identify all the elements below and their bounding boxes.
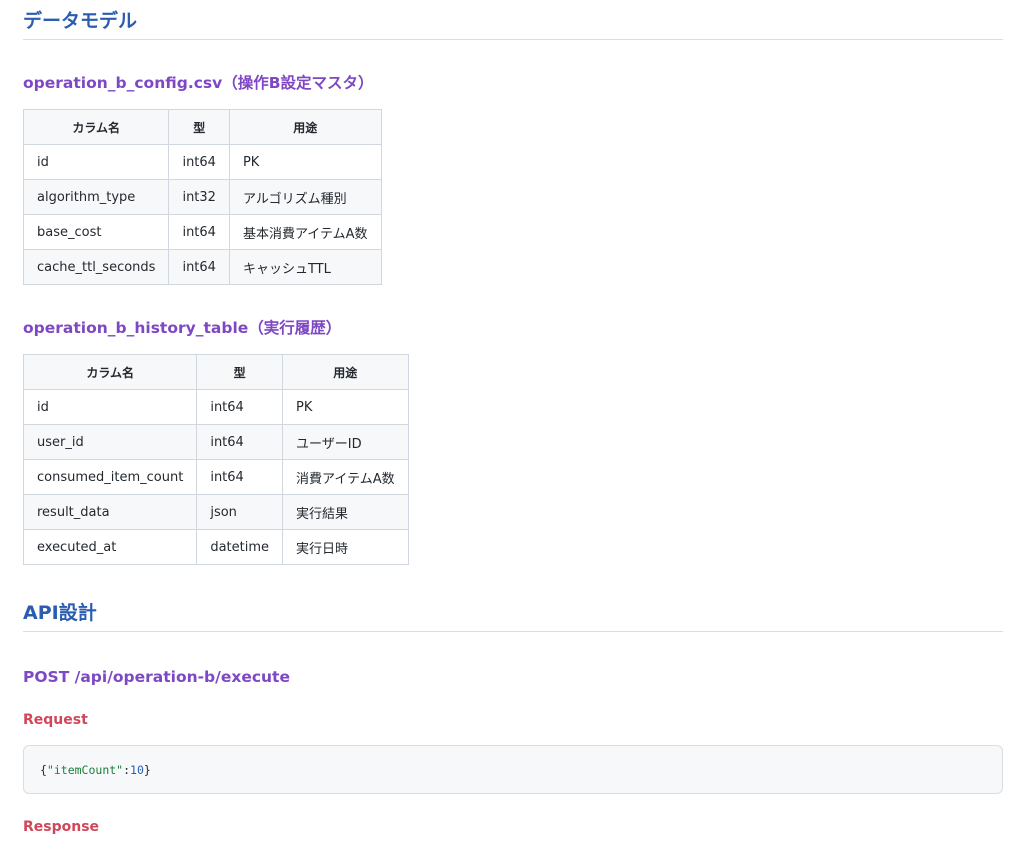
- table-cell: int64: [168, 144, 230, 180]
- history-table-heading: operation_b_history_table（実行履歴）: [23, 319, 342, 337]
- table-cell: id: [22, 389, 198, 425]
- table-cell: int64: [196, 389, 284, 425]
- section-heading-api-design: API設計: [23, 601, 1003, 632]
- table-cell: 実行日時: [282, 529, 409, 565]
- table-cell: algorithm_type: [22, 179, 170, 215]
- table-cell: json: [196, 494, 284, 530]
- table-cell: int64: [196, 424, 284, 460]
- column-header: カラム名: [22, 109, 170, 145]
- table-cell: int64: [196, 459, 284, 495]
- endpoint-heading: POST /api/operation-b/execute: [23, 668, 290, 686]
- table-row: algorithm_type int32 アルゴリズム種別: [22, 179, 382, 215]
- table-cell: consumed_item_count: [22, 459, 198, 495]
- table-row: user_id int64 ユーザーID: [22, 424, 409, 460]
- table-row: id int64 PK: [22, 144, 382, 180]
- section-heading-data-model: データモデル: [23, 9, 1003, 40]
- table-cell: PK: [228, 144, 382, 180]
- column-header: 用途: [282, 354, 409, 390]
- table-row: executed_at datetime 実行日時: [22, 529, 409, 565]
- table-row: result_data json 実行結果: [22, 494, 409, 530]
- table-cell: アルゴリズム種別: [228, 179, 382, 215]
- table-cell: 消費アイテムA数: [282, 459, 409, 495]
- table-cell: cache_ttl_seconds: [22, 249, 170, 285]
- table-row: base_cost int64 基本消費アイテムA数: [22, 214, 382, 250]
- column-header: 用途: [228, 109, 382, 145]
- table-cell: datetime: [196, 529, 284, 565]
- response-heading: Response: [23, 819, 100, 835]
- table-cell: 基本消費アイテムA数: [228, 214, 382, 250]
- code-colon: :: [123, 762, 131, 777]
- code-key: "itemCount": [46, 762, 124, 777]
- config-table: カラム名 型 用途 id int64 PK algorithm_type int…: [22, 109, 382, 285]
- table-cell: base_cost: [22, 214, 170, 250]
- table-cell: id: [22, 144, 170, 180]
- code-brace-close: }: [143, 762, 151, 777]
- history-table: カラム名 型 用途 id int64 PK user_id int64 ユーザー…: [22, 354, 409, 565]
- table-cell: int64: [168, 214, 230, 250]
- request-heading: Request: [23, 712, 88, 728]
- table-cell: キャッシュTTL: [228, 249, 382, 285]
- code-brace-open: {: [40, 762, 47, 777]
- document-page: データモデル operation_b_config.csv（操作B設定マスタ） …: [22, 0, 1003, 837]
- table-header-row: カラム名 型 用途: [22, 354, 409, 390]
- request-code-block[interactable]: { "itemCount": 10 }: [23, 745, 1003, 794]
- table-header-row: カラム名 型 用途: [22, 109, 382, 145]
- code-value: 10: [130, 762, 144, 777]
- column-header: 型: [196, 354, 284, 390]
- column-header: カラム名: [22, 354, 198, 390]
- column-header: 型: [168, 109, 230, 145]
- table-row: consumed_item_count int64 消費アイテムA数: [22, 459, 409, 495]
- table-cell: PK: [282, 389, 409, 425]
- table-row: id int64 PK: [22, 389, 409, 425]
- table-cell: result_data: [22, 494, 198, 530]
- table-cell: user_id: [22, 424, 198, 460]
- table-cell: int64: [168, 249, 230, 285]
- table-cell: int32: [168, 179, 230, 215]
- table-cell: ユーザーID: [282, 424, 409, 460]
- table-cell: executed_at: [22, 529, 198, 565]
- table-cell: 実行結果: [282, 494, 409, 530]
- config-table-heading: operation_b_config.csv（操作B設定マスタ）: [23, 74, 374, 92]
- table-row: cache_ttl_seconds int64 キャッシュTTL: [22, 249, 382, 285]
